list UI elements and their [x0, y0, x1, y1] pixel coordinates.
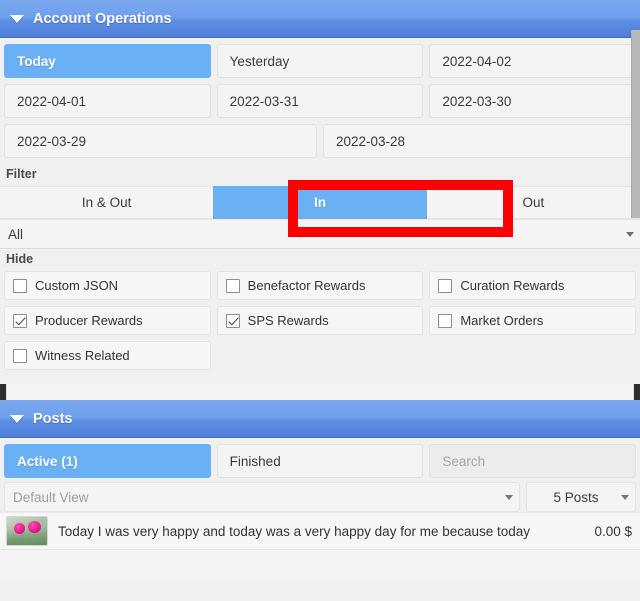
posts-view-dropdown[interactable]: Default View: [4, 482, 520, 512]
hide-option-sps-rewards[interactable]: SPS Rewards: [216, 306, 424, 335]
posts-search-input[interactable]: Search: [429, 444, 637, 478]
caret-down-icon[interactable]: [10, 14, 24, 23]
hide-options-grid: Custom JSON Benefactor Rewards Curation …: [0, 271, 640, 384]
date-button-yesterday[interactable]: Yesterday: [216, 44, 424, 78]
filter-label: Filter: [6, 167, 37, 181]
filter-tab-out[interactable]: Out: [426, 186, 640, 219]
posts-count-value: 5 Posts: [553, 489, 599, 505]
posts-tab-active[interactable]: Active (1): [4, 444, 211, 478]
posts-header[interactable]: Posts: [0, 400, 640, 438]
posts-tab-row: Active (1) Finished Search: [0, 438, 640, 478]
hide-row-1: Custom JSON Benefactor Rewards Curation …: [4, 271, 637, 300]
post-payout-value: 0.00 $: [594, 523, 632, 539]
checkbox-checked-icon[interactable]: [13, 313, 27, 328]
date-button-today[interactable]: Today: [4, 44, 211, 78]
hide-option-producer-rewards[interactable]: Producer Rewards: [4, 306, 211, 335]
thumbnail-flower: [14, 523, 25, 534]
hide-row-2: Producer Rewards SPS Rewards Market Orde…: [4, 306, 637, 335]
hide-option-label: Witness Related: [35, 348, 130, 363]
posts-tab-finished[interactable]: Finished: [216, 444, 424, 478]
filter-type-dropdown[interactable]: All: [0, 219, 640, 249]
vertical-scrollbar[interactable]: [631, 30, 640, 218]
checkbox-icon[interactable]: [13, 348, 27, 363]
posts-list-empty-area: [0, 550, 640, 580]
hide-option-market-orders[interactable]: Market Orders: [429, 306, 637, 335]
checkbox-icon[interactable]: [438, 278, 453, 293]
date-button-2022-03-29[interactable]: 2022-03-29: [4, 124, 317, 158]
checkbox-icon[interactable]: [13, 278, 27, 293]
post-title: Today I was very happy and today was a v…: [58, 523, 531, 539]
hide-option-curation-rewards[interactable]: Curation Rewards: [429, 271, 637, 300]
hide-option-label: SPS Rewards: [247, 313, 329, 328]
date-selector-grid: Today Yesterday 2022-04-02 2022-04-01 20…: [0, 38, 640, 158]
hide-option-label: Market Orders: [460, 313, 544, 328]
caret-down-icon[interactable]: [10, 414, 24, 423]
date-button-2022-03-31[interactable]: 2022-03-31: [216, 84, 424, 118]
hide-option-benefactor-rewards[interactable]: Benefactor Rewards: [216, 271, 424, 300]
date-button-2022-03-30[interactable]: 2022-03-30: [429, 84, 637, 118]
filter-tab-in[interactable]: In: [213, 186, 427, 219]
posts-view-row: Default View 5 Posts: [0, 478, 640, 512]
hide-label: Hide: [6, 252, 34, 266]
hide-option-custom-json[interactable]: Custom JSON: [4, 271, 211, 300]
date-button-2022-04-02[interactable]: 2022-04-02: [429, 44, 637, 78]
date-row-3: 2022-03-29 2022-03-28: [4, 124, 636, 158]
account-operations-header[interactable]: Account Operations: [0, 0, 640, 38]
thumbnail-flower: [28, 521, 41, 533]
hide-option-label: Custom JSON: [35, 278, 119, 293]
filter-tab-in-and-out[interactable]: In & Out: [0, 186, 214, 219]
post-thumbnail: [6, 516, 48, 546]
hide-row-3: Witness Related: [4, 341, 636, 370]
filter-type-value: All: [8, 226, 24, 242]
hide-option-label: Producer Rewards: [35, 313, 143, 328]
hide-option-label: Benefactor Rewards: [247, 278, 366, 293]
hide-option-witness-related[interactable]: Witness Related: [4, 341, 211, 370]
date-button-2022-03-28[interactable]: 2022-03-28: [323, 124, 636, 158]
account-operations-title: Account Operations: [33, 10, 172, 27]
post-list-item[interactable]: Today I was very happy and today was a v…: [0, 512, 640, 550]
checkbox-icon[interactable]: [438, 313, 453, 328]
app-window: Account Operations Today Yesterday 2022-…: [0, 0, 640, 601]
date-row-1: Today Yesterday 2022-04-02: [4, 44, 637, 78]
hide-option-label: Curation Rewards: [460, 278, 565, 293]
checkbox-checked-icon[interactable]: [225, 313, 240, 328]
posts-view-value: Default View: [13, 489, 89, 505]
checkbox-icon[interactable]: [225, 278, 240, 293]
chevron-down-icon[interactable]: [621, 495, 629, 500]
date-button-2022-04-01[interactable]: 2022-04-01: [4, 84, 211, 118]
panel-divider-inner: [6, 384, 634, 400]
posts-title: Posts: [33, 410, 73, 427]
chevron-down-icon[interactable]: [626, 232, 634, 237]
thumbnail-foliage: [7, 529, 47, 545]
filter-direction-tabs: In & Out In Out: [0, 186, 640, 219]
panel-divider: [0, 384, 640, 400]
posts-count-dropdown[interactable]: 5 Posts: [526, 482, 636, 512]
date-row-2: 2022-04-01 2022-03-31 2022-03-30: [4, 84, 637, 118]
chevron-down-icon[interactable]: [505, 495, 513, 500]
